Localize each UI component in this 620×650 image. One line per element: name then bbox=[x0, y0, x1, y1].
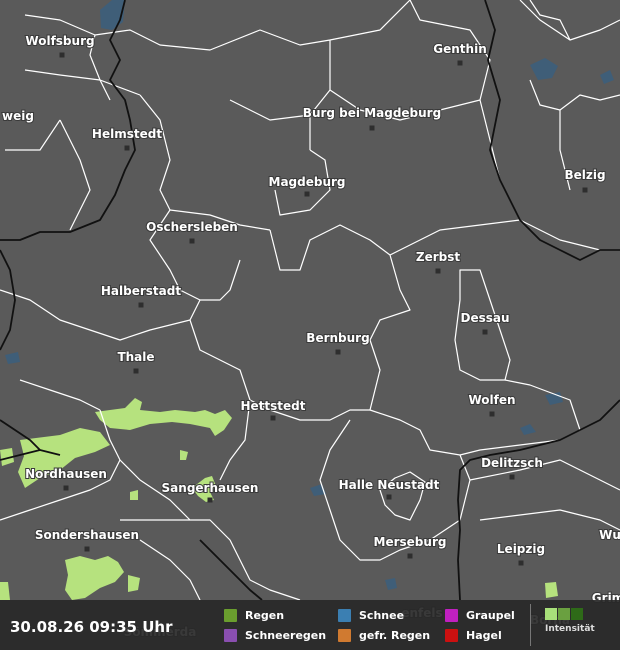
city-label-halle-neustadt: Halle Neustadt bbox=[339, 478, 440, 492]
city-label-wu: Wu bbox=[599, 528, 620, 542]
city-marker-halberstadt bbox=[138, 302, 144, 308]
city-marker-nordhausen bbox=[63, 485, 69, 491]
gefr-regen-swatch bbox=[338, 628, 351, 642]
legend-item-hagel: Hagel bbox=[445, 626, 502, 644]
city-marker-halle-neustadt bbox=[386, 494, 392, 500]
city-label-weig: weig bbox=[2, 109, 34, 123]
intensity-swatches bbox=[545, 608, 595, 620]
legend-divider bbox=[530, 604, 531, 646]
city-marker-burg-bei-magdeburg bbox=[369, 125, 375, 131]
city-label-burg-bei-magdeburg: Burg bei Magdeburg bbox=[303, 106, 441, 120]
city-marker-thale bbox=[133, 368, 139, 374]
city-label-zerbst: Zerbst bbox=[416, 250, 460, 264]
legend-item-gefr-regen: gefr. Regen bbox=[338, 626, 430, 644]
regen-swatch bbox=[224, 608, 237, 622]
timestamp: 30.08.26 09:35 Uhr bbox=[10, 618, 173, 636]
city-marker-leipzig bbox=[518, 560, 524, 566]
city-marker-genthin bbox=[457, 60, 463, 66]
city-label-magdeburg: Magdeburg bbox=[269, 175, 346, 189]
graupel-swatch bbox=[445, 608, 458, 622]
city-marker-wolfen bbox=[489, 411, 495, 417]
city-marker-helmstedt bbox=[124, 145, 130, 151]
city-marker-delitzsch bbox=[509, 474, 515, 480]
city-marker-wolfsburg bbox=[59, 52, 65, 58]
city-label-helmstedt: Helmstedt bbox=[92, 127, 162, 141]
intensity-scale: Intensität bbox=[545, 608, 595, 634]
city-label-sangerhausen: Sangerhausen bbox=[162, 481, 259, 495]
city-label-nordhausen: Nordhausen bbox=[25, 467, 107, 481]
city-label-belzig: Belzig bbox=[564, 168, 605, 182]
legend-item-schnee: Schnee bbox=[338, 606, 404, 624]
city-label-thale: Thale bbox=[117, 350, 154, 364]
city-label-dessau: Dessau bbox=[460, 311, 509, 325]
city-label-wolfsburg: Wolfsburg bbox=[25, 34, 94, 48]
legend-panel: 30.08.26 09:35 Uhr Regen Schneeregen Sch… bbox=[0, 600, 620, 650]
city-marker-magdeburg bbox=[304, 191, 310, 197]
intensity-swatch-light bbox=[545, 608, 557, 620]
legend-item-schneeregen: Schneeregen bbox=[224, 626, 326, 644]
city-label-leipzig: Leipzig bbox=[497, 542, 545, 556]
hagel-swatch bbox=[445, 628, 458, 642]
legend-item-graupel: Graupel bbox=[445, 606, 515, 624]
city-marker-bernburg bbox=[335, 349, 341, 355]
legend-item-regen: Regen bbox=[224, 606, 284, 624]
city-label-delitzsch: Delitzsch bbox=[481, 456, 543, 470]
city-marker-oschersleben bbox=[189, 238, 195, 244]
city-marker-zerbst bbox=[435, 268, 441, 274]
city-marker-belzig bbox=[582, 187, 588, 193]
schneeregen-swatch bbox=[224, 628, 237, 642]
city-marker-hettstedt bbox=[270, 415, 276, 421]
city-marker-sondershausen bbox=[84, 546, 90, 552]
legend-label-regen: Regen bbox=[245, 608, 285, 622]
intensity-swatch-strong bbox=[571, 608, 583, 620]
city-label-hettstedt: Hettstedt bbox=[241, 399, 306, 413]
city-label-merseburg: Merseburg bbox=[374, 535, 447, 549]
city-marker-dessau bbox=[482, 329, 488, 335]
legend-label-graupel: Graupel bbox=[466, 608, 515, 622]
legend-label-schneeregen: Schneeregen bbox=[245, 628, 327, 642]
intensity-label: Intensität bbox=[545, 624, 595, 634]
legend-label-gefr-regen: gefr. Regen bbox=[359, 628, 431, 642]
city-label-genthin: Genthin bbox=[433, 42, 486, 56]
intensity-swatch-medium bbox=[558, 608, 570, 620]
schnee-swatch bbox=[338, 608, 351, 622]
city-label-oschersleben: Oschersleben bbox=[146, 220, 238, 234]
city-label-bernburg: Bernburg bbox=[306, 331, 369, 345]
legend-label-hagel: Hagel bbox=[466, 628, 502, 642]
city-marker-sangerhausen bbox=[207, 497, 213, 503]
city-marker-merseburg bbox=[407, 553, 413, 559]
city-label-halberstadt: Halberstadt bbox=[101, 284, 181, 298]
weather-map[interactable]: Wolfsburg Genthin weig Helmstedt Burg bei Ma… bbox=[0, 0, 620, 650]
city-label-sondershausen: Sondershausen bbox=[35, 528, 139, 542]
legend-label-schnee: Schnee bbox=[359, 608, 405, 622]
city-label-wolfen: Wolfen bbox=[468, 393, 515, 407]
